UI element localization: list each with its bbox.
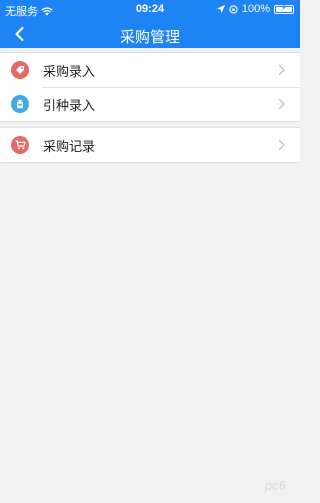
chevron-right-icon bbox=[278, 98, 285, 110]
menu-item-purchase-records[interactable]: 采购记录 bbox=[0, 128, 300, 162]
menu-item-purchase-entry[interactable]: 采购录入 bbox=[0, 53, 300, 87]
menu-item-label: 引种录入 bbox=[43, 97, 96, 113]
menu-group-records: 采购记录 bbox=[0, 127, 300, 163]
battery-icon: ⚡ bbox=[274, 3, 294, 14]
menu-item-label: 采购记录 bbox=[43, 138, 96, 154]
menu-group-entry: 采购录入 引种录入 bbox=[0, 52, 300, 122]
menu-item-label: 采购录入 bbox=[43, 63, 96, 79]
tag-icon bbox=[11, 61, 29, 79]
orientation-lock-icon bbox=[229, 4, 238, 14]
bottle-icon bbox=[11, 95, 29, 113]
cart-icon bbox=[11, 136, 29, 154]
status-right: 100% ⚡ bbox=[216, 3, 294, 15]
nav-bar: 采购管理 bbox=[0, 20, 300, 48]
location-arrow-icon bbox=[216, 5, 225, 13]
menu-item-breed-entry[interactable]: 引种录入 bbox=[0, 87, 300, 121]
battery-percent: 100% bbox=[241, 3, 270, 15]
chevron-right-icon bbox=[278, 139, 285, 151]
watermark-logo: pc6 bbox=[265, 478, 286, 493]
chevron-right-icon bbox=[278, 64, 285, 76]
page-title: 采购管理 bbox=[119, 29, 180, 46]
status-bar: 无服务 09:24 100% ⚡ bbox=[0, 0, 300, 20]
